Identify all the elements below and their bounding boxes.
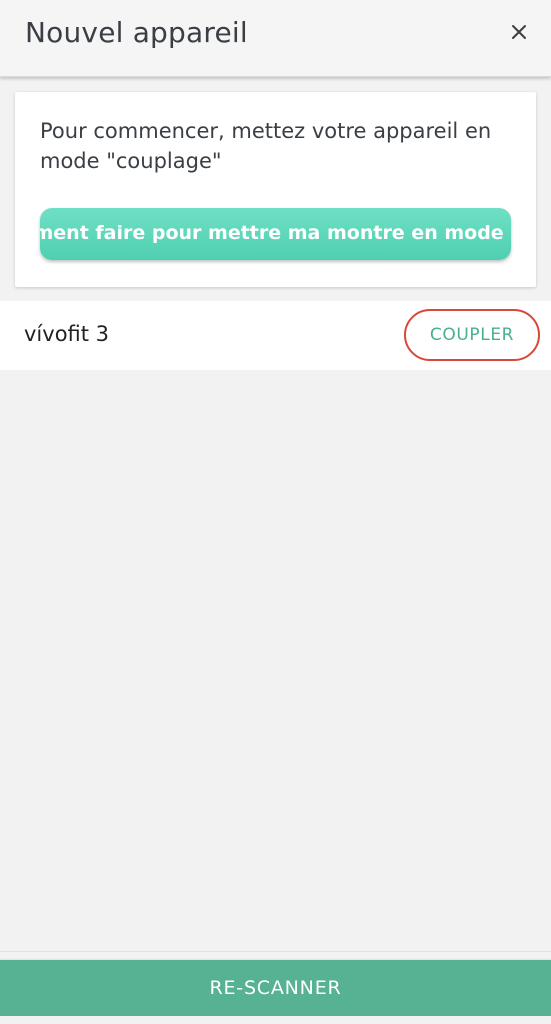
help-link-button[interactable]: Comment faire pour mettre ma montre en m… xyxy=(40,208,511,260)
rescan-button-label: RE-SCANNER xyxy=(209,977,342,999)
pair-button-label: COUPLER xyxy=(429,325,515,345)
device-list-item: vívofit 3 COUPLER xyxy=(0,301,551,370)
pair-button[interactable]: COUPLER xyxy=(404,309,540,361)
instruction-text: Pour commencer, mettez votre appareil en… xyxy=(40,119,492,173)
page-title: Nouvel appareil xyxy=(25,16,248,49)
help-link-label: Comment faire pour mettre ma montre en m… xyxy=(40,222,511,244)
device-name: vívofit 3 xyxy=(24,322,110,346)
divider xyxy=(0,951,551,952)
close-button[interactable] xyxy=(501,14,537,50)
close-icon xyxy=(512,25,526,39)
rescan-button[interactable]: RE-SCANNER xyxy=(0,960,551,1016)
app-header: Nouvel appareil xyxy=(0,0,551,77)
instruction-card: Pour commencer, mettez votre appareil en… xyxy=(15,92,536,287)
